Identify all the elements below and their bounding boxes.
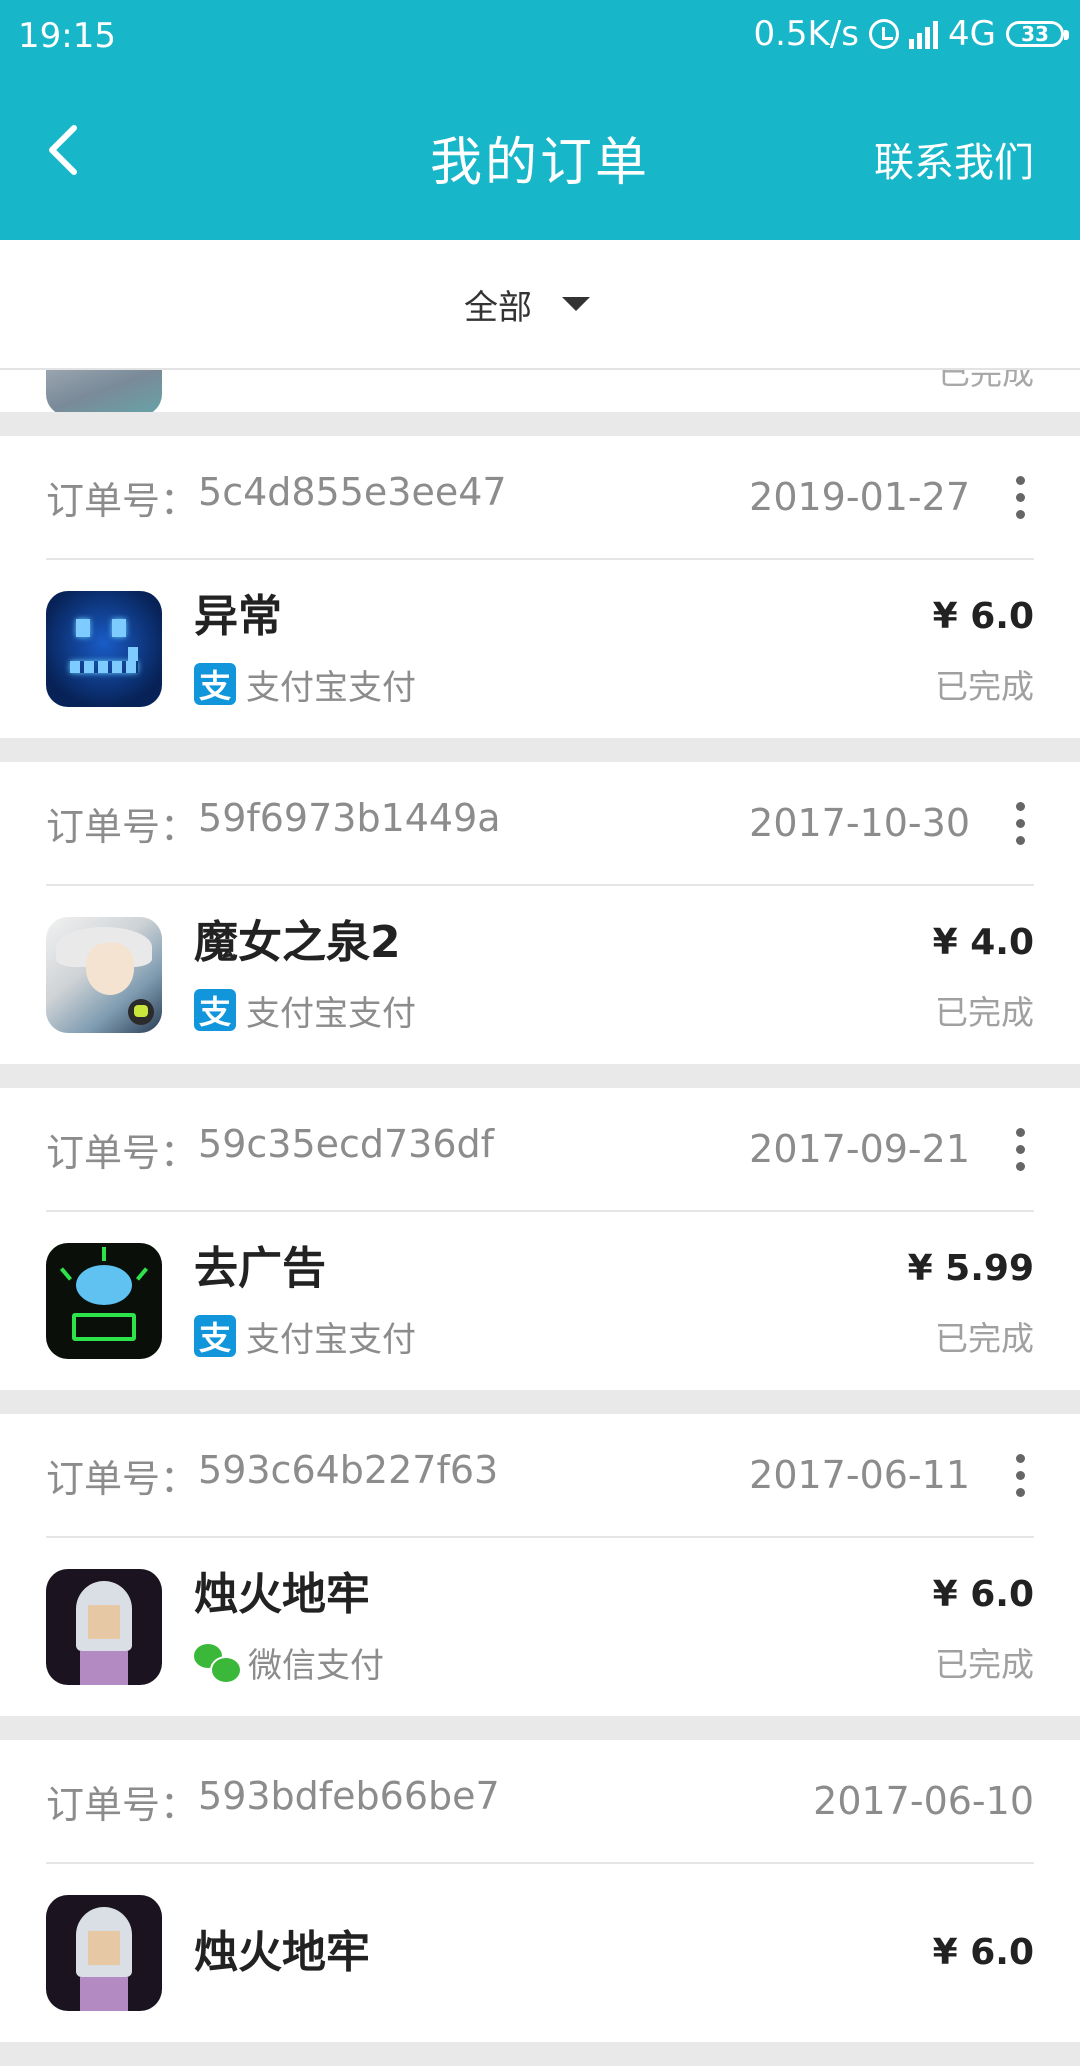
order-header: 订单号： 593c64b227f63 2017-06-11 — [46, 1414, 1034, 1538]
payment-label: 微信支付 — [248, 1645, 384, 1686]
app-name: 魔女之泉2 — [194, 916, 401, 968]
order-body[interactable]: 异常 支 支付宝支付 ¥ 6.0 已完成 — [0, 560, 1080, 738]
order-header: 订单号： 593bdfeb66be7 2017-06-10 — [46, 1740, 1034, 1864]
app-icon — [46, 1243, 162, 1359]
more-options-button[interactable] — [1000, 1127, 1040, 1171]
order-price: ¥ 6.0 — [932, 1574, 1034, 1615]
filter-dropdown[interactable]: 全部 — [464, 280, 590, 329]
order-status: 已完成 — [935, 1319, 1034, 1358]
order-date: 2017-10-30 — [749, 801, 970, 845]
payment-method: 支 支付宝支付 — [194, 986, 416, 1035]
order-number-label: 订单号： — [46, 804, 199, 849]
order-card[interactable]: 订单号： 593c64b227f63 2017-06-11 烛火地牢 微信支付 … — [0, 1414, 1080, 1716]
order-header: 订单号： 5c4d855e3ee47 2019-01-27 — [46, 436, 1034, 560]
payment-label: 支付宝支付 — [246, 1319, 416, 1360]
order-date: 2019-01-27 — [749, 475, 970, 519]
app-bar: 我的订单 联系我们 — [0, 72, 1080, 240]
order-header: 订单号： 59c35ecd736df 2017-09-21 — [46, 1088, 1034, 1212]
order-number: 订单号： 59c35ecd736df — [46, 1122, 494, 1177]
caret-down-icon — [562, 297, 590, 311]
order-number-label: 订单号： — [46, 478, 199, 523]
order-date: 2017-06-11 — [749, 1453, 970, 1497]
more-options-button[interactable] — [1000, 1453, 1040, 1497]
order-number-value: 593c64b227f63 — [198, 1447, 499, 1492]
order-body[interactable]: 魔女之泉2 支 支付宝支付 ¥ 4.0 已完成 — [0, 886, 1080, 1064]
more-options-button[interactable] — [1000, 801, 1040, 845]
payment-method: 微信支付 — [194, 1638, 384, 1687]
order-status: 已完成 — [937, 370, 1034, 392]
order-number: 订单号： 59f6973b1449a — [46, 796, 501, 851]
app-name: 烛火地牢 — [194, 1568, 370, 1620]
app-name: 去广告 — [194, 1242, 326, 1294]
contact-us-button[interactable]: 联系我们 — [874, 130, 1034, 188]
alipay-icon: 支 — [194, 1315, 236, 1357]
app-icon — [46, 1895, 162, 2011]
more-options-button[interactable] — [1000, 475, 1040, 519]
order-card[interactable]: 订单号： 5c4d855e3ee47 2019-01-27 异常 支 支付宝支付 — [0, 436, 1080, 738]
network-type: 4G — [948, 14, 996, 54]
order-number-value: 593bdfeb66be7 — [198, 1773, 500, 1818]
app-icon — [46, 591, 162, 707]
battery-level: 33 — [1021, 22, 1049, 46]
app-icon-partial — [46, 370, 162, 412]
filter-bar: 全部 — [0, 240, 1080, 370]
order-status: 已完成 — [935, 667, 1034, 706]
order-list[interactable]: 已完成 订单号： 5c4d855e3ee47 2019-01-27 异常 支 支… — [0, 370, 1080, 2066]
order-number: 订单号： 593c64b227f63 — [46, 1448, 498, 1503]
order-body[interactable]: 去广告 支 支付宝支付 ¥ 5.99 已完成 — [0, 1212, 1080, 1390]
app-icon — [46, 1569, 162, 1685]
order-date: 2017-06-10 — [813, 1779, 1034, 1823]
alipay-icon: 支 — [194, 663, 236, 705]
order-price: ¥ 4.0 — [932, 922, 1034, 963]
order-status: 已完成 — [935, 993, 1034, 1032]
order-header: 订单号： 59f6973b1449a 2017-10-30 — [46, 762, 1034, 886]
net-speed: 0.5K/s — [753, 14, 860, 54]
payment-method: 支 支付宝支付 — [194, 660, 416, 709]
order-status: 已完成 — [935, 1645, 1034, 1684]
order-number-label: 订单号： — [46, 1456, 199, 1501]
order-number: 订单号： 5c4d855e3ee47 — [46, 470, 507, 525]
order-number-label: 订单号： — [46, 1130, 199, 1175]
app-name: 烛火地牢 — [194, 1927, 370, 1978]
order-date: 2017-09-21 — [749, 1127, 970, 1171]
filter-label: 全部 — [464, 287, 532, 328]
app-icon — [46, 917, 162, 1033]
order-body[interactable]: 烛火地牢 微信支付 ¥ 6.0 已完成 — [0, 1538, 1080, 1716]
status-indicators: 0.5K/s 4G 33 — [753, 14, 1069, 54]
app-name: 异常 — [194, 590, 282, 642]
order-number-label: 订单号： — [46, 1782, 199, 1827]
order-card[interactable]: 订单号： 593bdfeb66be7 2017-06-10 烛火地牢 ¥ 6.0 — [0, 1740, 1080, 2042]
payment-label: 支付宝支付 — [246, 667, 416, 708]
signal-icon — [909, 19, 939, 49]
alipay-icon: 支 — [194, 989, 236, 1031]
order-price: ¥ 6.0 — [932, 596, 1034, 637]
payment-label: 支付宝支付 — [246, 993, 416, 1034]
payment-method: 支 支付宝支付 — [194, 1312, 416, 1361]
battery-icon: 33 — [1006, 21, 1069, 47]
wechat-icon — [194, 1642, 242, 1684]
order-card-partial[interactable]: 已完成 — [0, 370, 1080, 412]
order-price: ¥ 6.0 — [932, 1932, 1034, 1973]
status-bar: 19:15 0.5K/s 4G 33 — [0, 0, 1080, 72]
order-number: 订单号： 593bdfeb66be7 — [46, 1774, 500, 1829]
status-time: 19:15 — [18, 16, 116, 56]
order-number-value: 5c4d855e3ee47 — [198, 469, 507, 514]
order-price: ¥ 5.99 — [907, 1248, 1034, 1289]
order-number-value: 59f6973b1449a — [198, 795, 501, 840]
order-number-value: 59c35ecd736df — [198, 1121, 495, 1166]
alarm-icon — [869, 19, 900, 49]
order-card[interactable]: 订单号： 59c35ecd736df 2017-09-21 去广告 支 支付宝支… — [0, 1088, 1080, 1390]
order-body[interactable]: 烛火地牢 ¥ 6.0 — [0, 1864, 1080, 2042]
order-card[interactable]: 订单号： 59f6973b1449a 2017-10-30 魔女之泉2 支 支付… — [0, 762, 1080, 1064]
